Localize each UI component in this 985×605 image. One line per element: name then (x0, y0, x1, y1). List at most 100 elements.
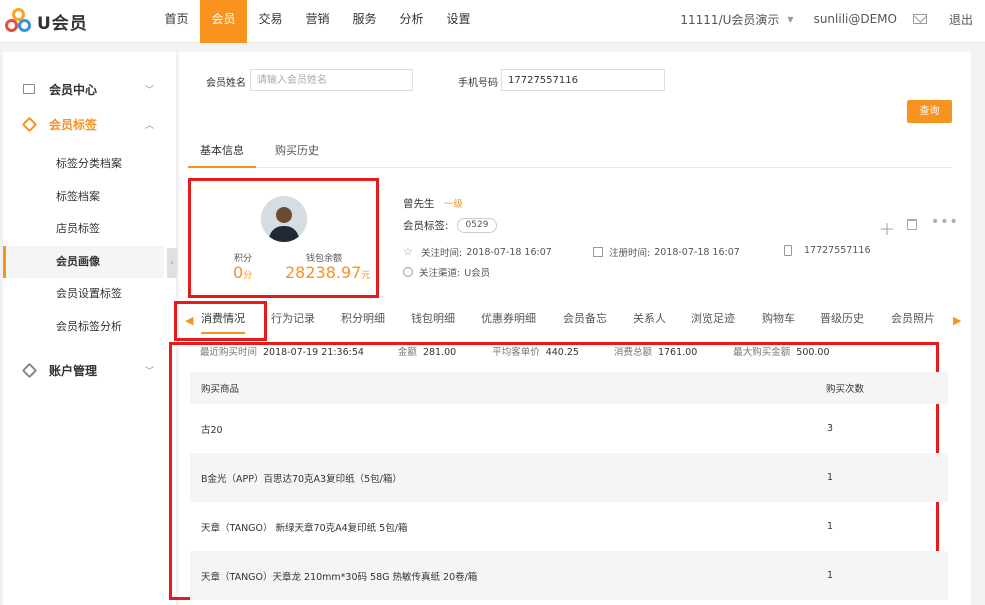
tab-purchase-history[interactable]: 购买历史 (275, 136, 319, 168)
store-selector[interactable]: 11111/U会员演示 (680, 11, 779, 28)
sidebar-item-tag-analysis[interactable]: 会员标签分析 (3, 311, 164, 343)
phone-label: 手机号码 (458, 78, 498, 89)
table-row: 天章（TANGO）天章龙 210mm*30码 58G 热敏传真纸 20卷/箱 1 (190, 551, 948, 600)
points-value: 0 (233, 263, 244, 282)
top-right: 11111/U会员演示 ▼ sunlili@DEMO 退出 (680, 0, 973, 38)
member-name-input[interactable] (250, 69, 413, 91)
nav-service[interactable]: 服务 (341, 0, 388, 43)
tab-behavior[interactable]: 行为记录 (271, 302, 315, 336)
product-name: B金光（APP）百思达70克A3复印纸（5包/箱） (201, 473, 402, 485)
tag-icon (21, 116, 38, 132)
member-name-label: 会员姓名 (206, 78, 246, 89)
chevron-up-icon: ︿ (144, 120, 154, 131)
table-row: 天章（TANGO） 新绿天章70克A4复印纸 5包/箱 1 (190, 502, 948, 551)
main-panel: 会员姓名 手机号码 查询 基本信息 购买历史 积分 钱包余额 0分 28238.… (169, 52, 971, 605)
sidebar-item-clerk-tags[interactable]: 店员标签 (3, 213, 164, 245)
sidebar: 会员中心 ﹀ 会员标签 ︿ 标签分类档案 标签档案 店员标签 会员画像 会员设置… (3, 52, 177, 605)
calendar-icon (593, 247, 603, 257)
star-icon: ☆ (403, 245, 413, 258)
table-row: 古20 3 (190, 404, 948, 453)
purchase-count: 3 (827, 423, 834, 434)
nav-member[interactable]: 会员 (200, 0, 247, 43)
sidebar-group-member-tags[interactable]: 会员标签 ︿ (3, 109, 176, 139)
sidebar-item-tag-category[interactable]: 标签分类档案 (3, 148, 164, 180)
query-button[interactable]: 查询 (907, 100, 952, 123)
nav-settings[interactable]: 设置 (435, 0, 482, 43)
tab-memo[interactable]: 会员备忘 (563, 302, 607, 336)
logout-link[interactable]: 退出 (949, 11, 973, 28)
info-tabs: 基本信息 购买历史 (188, 136, 952, 168)
tab-browse-history[interactable]: 浏览足迹 (691, 302, 735, 336)
phone-input[interactable] (501, 69, 665, 91)
member-tag-line: 会员标签: 0529 (403, 218, 498, 233)
sidebar-group-label: 账户管理 (49, 363, 98, 378)
sidebar-item-tag-archive[interactable]: 标签档案 (3, 181, 164, 213)
sidebar-group-label: 会员标签 (49, 117, 98, 132)
follow-time: ☆ 关注时间: 2018-07-18 16:07 (403, 245, 552, 259)
member-level: 一级 (443, 199, 463, 210)
stat-last-purchase: 最近购买时间 2018-07-19 21:36:54 (200, 347, 364, 358)
product-name: 天章（TANGO） 新绿天章70克A4复印纸 5包/箱 (201, 522, 408, 534)
follow-time-label: 关注时间: (421, 248, 463, 259)
sidebar-collapse-handle[interactable]: ‹ (167, 248, 177, 278)
register-time: 注册时间: 2018-07-18 16:07 (593, 245, 740, 259)
logo-text: U会员 (37, 13, 88, 34)
member-center-icon (23, 84, 35, 94)
nav-analysis[interactable]: 分析 (388, 0, 435, 43)
purchase-count: 1 (827, 472, 834, 483)
tab-cart[interactable]: 购物车 (762, 302, 795, 336)
stat-total-spend: 消费总额 1761.00 (613, 347, 698, 358)
table-header: 购买商品 购买次数 (190, 372, 948, 404)
product-name: 天章（TANGO）天章龙 210mm*30码 58G 热敏传真纸 20卷/箱 (201, 571, 478, 583)
chevron-down-icon[interactable]: ▼ (787, 15, 793, 24)
tab-wallet-detail[interactable]: 钱包明细 (411, 302, 455, 336)
member-phone: 17727557116 (784, 245, 871, 256)
stat-amount: 金额 281.00 (397, 347, 457, 358)
logo-mark-icon (5, 8, 33, 34)
arrow-left-icon[interactable]: ◀ (185, 314, 193, 327)
person-icon (403, 267, 413, 277)
consumption-stats: 最近购买时间 2018-07-19 21:36:54 金额 281.00 平均客单价… (200, 344, 830, 358)
tag-icon (21, 362, 38, 378)
app-logo[interactable]: U会员 (5, 6, 88, 36)
sidebar-item-member-set-tags[interactable]: 会员设置标签 (3, 278, 164, 310)
follow-channel-label: 关注渠道: (419, 268, 461, 279)
product-name: 古20 (201, 424, 223, 436)
main-nav: 首页 会员 交易 营销 服务 分析 设置 (153, 0, 482, 43)
member-tag-label: 会员标签: (403, 220, 449, 232)
trash-icon[interactable] (907, 219, 917, 230)
chevron-down-icon: ﹀ (144, 85, 154, 96)
phone-icon (784, 245, 792, 256)
member-tag-badge[interactable]: 0529 (456, 218, 498, 233)
points-display: 0分 (233, 263, 252, 282)
tab-points-detail[interactable]: 积分明细 (341, 302, 385, 336)
nav-home[interactable]: 首页 (153, 0, 200, 43)
arrow-right-icon[interactable]: ▶ (953, 314, 961, 327)
sidebar-group-account[interactable]: 账户管理 ﹀ (3, 355, 176, 385)
follow-channel: 关注渠道: U会员 (403, 265, 490, 279)
more-icon[interactable]: ••• (931, 214, 959, 230)
tab-member-photos[interactable]: 会员照片 (891, 302, 935, 336)
detail-tabs: ◀ 消费情况 行为记录 积分明细 钱包明细 优惠券明细 会员备忘 关系人 浏览足… (179, 302, 971, 336)
sidebar-group-label: 会员中心 (49, 82, 98, 97)
register-time-label: 注册时间: (609, 248, 651, 259)
wallet-value: 28238.97 (285, 263, 362, 282)
purchase-count: 1 (827, 570, 834, 581)
mail-icon[interactable] (912, 14, 927, 24)
nav-trade[interactable]: 交易 (247, 0, 294, 43)
tab-basic-info[interactable]: 基本信息 (188, 136, 256, 168)
wallet-display: 28238.97元 (285, 263, 370, 282)
tab-consumption[interactable]: 消费情况 (201, 302, 245, 334)
nav-marketing[interactable]: 营销 (294, 0, 341, 43)
user-account[interactable]: sunlili@DEMO (814, 12, 897, 26)
sidebar-group-member-center[interactable]: 会员中心 ﹀ (3, 74, 176, 104)
tab-upgrade-history[interactable]: 晋级历史 (820, 302, 864, 336)
purchase-count: 1 (827, 521, 834, 532)
add-icon[interactable]: ＋ (879, 216, 895, 240)
tab-relations[interactable]: 关系人 (633, 302, 666, 336)
sidebar-item-member-portrait[interactable]: 会员画像 (3, 246, 164, 278)
tab-coupon-detail[interactable]: 优惠券明细 (481, 302, 536, 336)
follow-time-value: 2018-07-18 16:07 (466, 246, 552, 258)
member-name-line: 曾先生 一级 (403, 196, 463, 211)
follow-channel-value: U会员 (464, 268, 491, 279)
